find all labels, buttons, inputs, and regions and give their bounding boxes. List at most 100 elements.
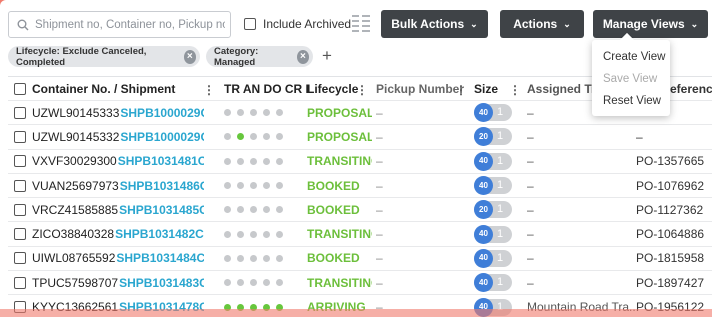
row-checkbox[interactable] — [14, 276, 26, 289]
shipment-link[interactable]: SHPB1000029C — [120, 106, 204, 120]
size-count: 1 — [497, 251, 504, 264]
row-checkbox[interactable] — [14, 106, 26, 119]
table-row[interactable]: UZWL90145332 SHPB1000029C PROPOSAL – 20 1… — [8, 125, 712, 150]
container-number: TPUC57598707 — [32, 275, 119, 290]
menu-item-reset-view[interactable]: Reset View — [592, 90, 670, 112]
lifecycle-value: PROPOSAL — [307, 129, 372, 144]
status-dot — [250, 133, 257, 141]
size-pill: 40 1 — [474, 151, 512, 171]
menu-item-create-view[interactable]: Create View — [592, 46, 670, 68]
container-cell: UZWL90145332 SHPB1000029C — [14, 125, 204, 148]
row-checkbox[interactable] — [14, 179, 26, 192]
row-checkbox[interactable] — [14, 203, 26, 216]
truck-value: – — [527, 129, 534, 144]
size-pill: 20 1 — [474, 200, 512, 220]
shipment-link[interactable]: SHPB1031485C — [119, 203, 204, 217]
shipment-link[interactable]: SHPB1031481C — [118, 154, 204, 168]
container-cell: VUAN25697973 SHPB1031486C — [14, 174, 204, 197]
add-filter-button[interactable]: + — [322, 46, 332, 66]
header-container[interactable]: Container No. / Shipment — [14, 77, 204, 100]
status-dot — [263, 109, 270, 117]
shipment-link[interactable]: SHPB1031482C — [115, 227, 204, 241]
truck-value: – — [527, 202, 534, 217]
pickup-text: – — [376, 227, 383, 242]
size-badge: 40 — [474, 176, 493, 196]
status-dot — [263, 182, 270, 190]
status-dot — [263, 133, 270, 141]
header-reference[interactable]: eferenc — [670, 77, 712, 100]
column-menu-icon[interactable]: ⋮ — [509, 83, 521, 97]
menu-item-save-view: Save View — [603, 73, 658, 85]
size-cell: 40 1 — [474, 271, 529, 294]
size-badge: 40 — [474, 151, 493, 171]
status-dot — [276, 230, 283, 238]
header-lifecycle-label: Lifecycle — [307, 81, 359, 96]
header-size-label: Size — [474, 81, 499, 96]
size-badge: 40 — [474, 224, 493, 244]
lifecycle-value: TRANSITING — [307, 275, 372, 290]
bulk-actions-button[interactable]: Bulk Actions ⌄ — [381, 10, 488, 38]
close-icon[interactable]: × — [296, 49, 309, 64]
manage-views-menu: Create View Save View Reset View — [592, 32, 670, 116]
filter-chip-lifecycle[interactable]: Lifecycle: Exclude Canceled, Completed × — [8, 45, 200, 68]
shipment-link[interactable]: SHPB1000029C — [120, 130, 204, 144]
actions-button[interactable]: Actions ⌄ — [500, 10, 584, 38]
manage-views-button[interactable]: Manage Views ⌄ — [593, 10, 708, 38]
filter-chip-label: Lifecycle: Exclude Canceled, Completed — [16, 45, 147, 68]
shipment-link[interactable]: SHPB1031483C — [119, 276, 204, 290]
status-dot — [250, 182, 257, 190]
status-dot — [276, 206, 283, 214]
table-row[interactable]: UIWL08765592 SHPB1031484C BOOKED – 40 1 –… — [8, 247, 712, 272]
status-dots — [224, 150, 309, 173]
size-cell: 40 1 — [474, 222, 529, 245]
density-icon[interactable] — [352, 14, 370, 37]
close-icon[interactable]: × — [183, 49, 196, 64]
header-statuses-label: TR AN DO CR FR — [224, 81, 309, 96]
pickup-value: – — [376, 271, 471, 294]
truck-value: – — [527, 251, 534, 266]
table-row[interactable]: TPUC57598707SHPB1031483C TRANSITING – 40… — [8, 271, 712, 296]
table-row[interactable]: ZICO38840328SHPB1031482C TRANSITING – 40… — [8, 222, 712, 247]
container-number: ZICO38840328 — [32, 227, 115, 242]
column-menu-icon[interactable]: ⋮ — [203, 83, 215, 97]
status-dot — [224, 254, 231, 262]
status-dot — [224, 230, 231, 238]
size-pill: 40 1 — [474, 248, 512, 268]
size-count: 1 — [497, 203, 504, 216]
column-menu-icon[interactable]: ⋮ — [356, 83, 368, 97]
bulk-actions-label: Bulk Actions — [391, 17, 465, 31]
select-all-checkbox[interactable] — [14, 82, 26, 95]
row-checkbox[interactable] — [14, 228, 26, 241]
table-row[interactable]: VRCZ41585885 SHPB1031485C BOOKED – 20 1 –… — [8, 198, 712, 223]
row-checkbox[interactable] — [14, 252, 26, 265]
shipment-link[interactable]: SHPB1031484C — [116, 251, 204, 265]
pickup-value: – — [376, 222, 471, 245]
status-dot — [237, 182, 244, 190]
status-dot — [250, 206, 257, 214]
pickup-text: – — [376, 251, 383, 266]
size-cell: 40 1 — [474, 247, 529, 270]
search-input[interactable] — [35, 18, 225, 31]
lifecycle-value: BOOKED — [307, 178, 360, 193]
shipment-link[interactable]: SHPB1031486C — [120, 179, 204, 193]
table-row[interactable]: VUAN25697973 SHPB1031486C BOOKED – 40 1 –… — [8, 174, 712, 199]
header-statuses: TR AN DO CR FR — [224, 77, 309, 100]
row-checkbox[interactable] — [14, 155, 26, 168]
status-dot — [224, 133, 231, 141]
include-archived-toggle[interactable]: Include Archived — [244, 17, 351, 31]
row-checkbox[interactable] — [14, 130, 26, 143]
search-box[interactable] — [8, 11, 231, 38]
status-dot — [237, 206, 244, 214]
pickup-text: – — [376, 202, 383, 217]
lifecycle-value: TRANSITING — [307, 227, 372, 242]
include-archived-checkbox[interactable] — [244, 18, 256, 30]
filter-chip-category[interactable]: Category: Managed × — [206, 46, 313, 68]
container-number: VRCZ41585885 — [32, 202, 119, 217]
size-count: 1 — [497, 276, 504, 289]
header-reference-label: eferenc — [670, 81, 712, 96]
status-dot — [237, 279, 244, 287]
pickup-value: – — [376, 174, 471, 197]
table-row[interactable]: VXVF30029300SHPB1031481C TRANSITING – 40… — [8, 150, 712, 174]
column-menu-icon[interactable]: ⋮ — [455, 83, 467, 97]
pickup-value: – — [376, 101, 471, 124]
